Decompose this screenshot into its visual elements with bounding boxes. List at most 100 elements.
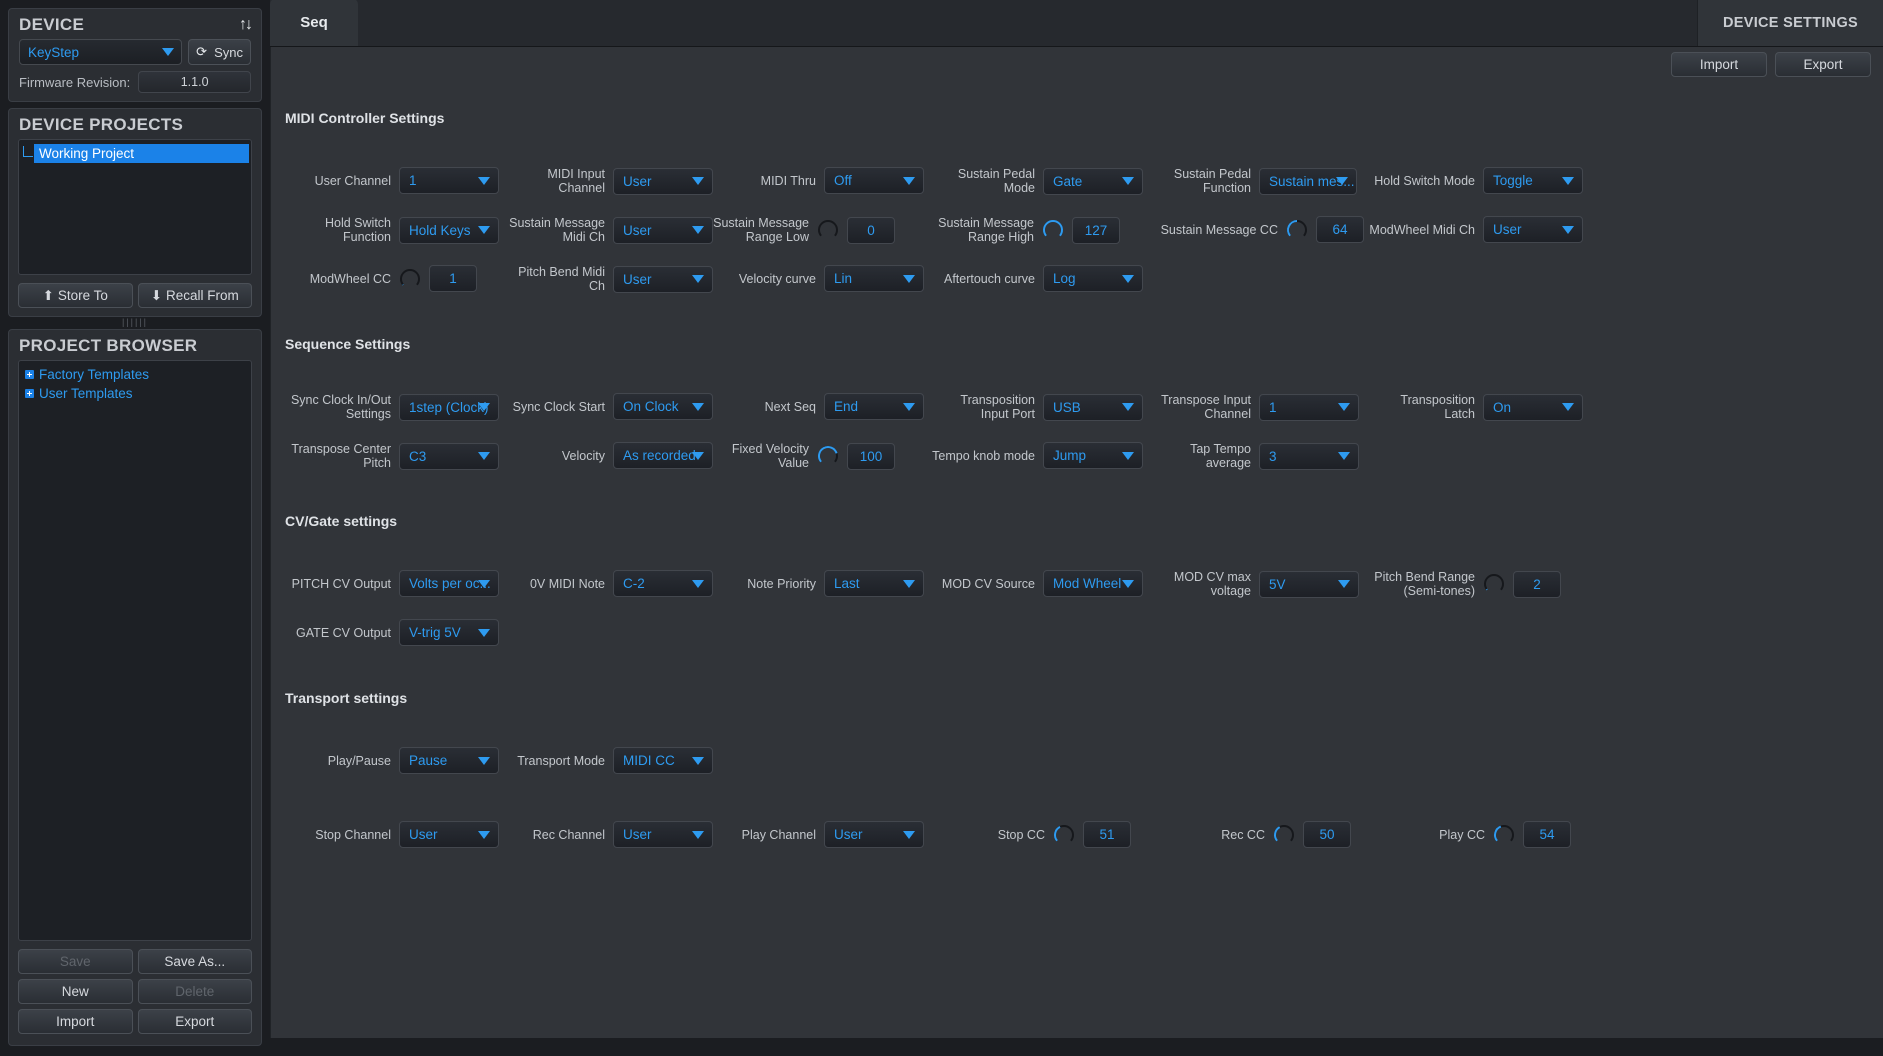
dropdown-sustain-pedal-function[interactable]: Sustain mes...	[1259, 168, 1357, 195]
value-box-modwheel-cc[interactable]: 1	[429, 265, 477, 292]
dropdown-stop-channel[interactable]: User	[399, 821, 499, 848]
dropdown-value: As recorded	[623, 448, 696, 463]
value-box-sustain-message-range-low[interactable]: 0	[847, 217, 895, 244]
sort-arrows-icon[interactable]: ↑↓	[239, 17, 251, 33]
dropdown-sustain-message-midi-ch[interactable]: User	[613, 217, 713, 244]
dropdown-play-channel[interactable]: User	[824, 821, 924, 848]
dropdown-velocity[interactable]: As recorded	[613, 442, 713, 469]
knob-stop-cc[interactable]	[1053, 824, 1075, 846]
dropdown-modwheel-midi-ch[interactable]: User	[1483, 216, 1583, 243]
field-midi-thru: MIDI Thru Off	[734, 167, 924, 194]
dropdown-pitch-bend-midi-ch[interactable]: User	[613, 266, 713, 293]
knob-play-cc[interactable]	[1493, 824, 1515, 846]
section-title-transport: Transport settings	[285, 690, 407, 706]
dropdown-sync-clock-start[interactable]: On Clock	[613, 393, 713, 420]
dropdown-gate-cv-output[interactable]: V-trig 5V	[399, 619, 499, 646]
dropdown-value: C3	[409, 449, 426, 464]
dropdown-hold-switch-mode[interactable]: Toggle	[1483, 167, 1583, 194]
field-label: Tempo knob mode	[926, 449, 1035, 463]
project-browser-title: PROJECT BROWSER	[19, 336, 197, 356]
value-box-play-cc[interactable]: 54	[1523, 821, 1571, 848]
dropdown-play-pause[interactable]: Pause	[399, 747, 499, 774]
field-label: Sync Clock Start	[499, 400, 605, 414]
chevron-down-icon	[903, 831, 915, 839]
dropdown-mod-cv-max-voltage[interactable]: 5V	[1259, 571, 1359, 598]
field-label: Sustain Message Range Low	[701, 216, 809, 244]
knob-rec-cc[interactable]	[1273, 824, 1295, 846]
dropdown-mod-cv-source[interactable]: Mod Wheel	[1043, 570, 1143, 597]
device-projects-list[interactable]: Working Project	[18, 139, 252, 275]
knob-sustain-message-cc[interactable]	[1286, 219, 1308, 241]
dropdown-sync-clock-in-out-settings[interactable]: 1step (Clock)	[399, 394, 499, 421]
tab-seq[interactable]: Seq	[270, 0, 358, 46]
export-button[interactable]: Export	[138, 1009, 253, 1034]
dropdown-hold-switch-function[interactable]: Hold Keys	[399, 217, 499, 244]
content-export-button[interactable]: Export	[1775, 52, 1871, 77]
dropdown-note-priority[interactable]: Last	[824, 570, 924, 597]
settings-content: Import Export MIDI Controller SettingsUs…	[270, 47, 1883, 1038]
panel-resize-handle[interactable]: ||||||	[8, 317, 262, 329]
device-dropdown[interactable]: KeyStep	[19, 39, 182, 65]
value-box-pitch-bend-range-semi-tones[interactable]: 2	[1513, 571, 1561, 598]
status-bar	[270, 1038, 1883, 1056]
knob-sustain-message-range-low[interactable]	[817, 219, 839, 241]
dropdown-pitch-cv-output[interactable]: Volts per oc...	[399, 570, 499, 597]
field-rec-cc: Rec CC 50	[1181, 821, 1351, 848]
dropdown-tap-tempo-average[interactable]: 3	[1259, 443, 1359, 470]
dropdown-0v-midi-note[interactable]: C-2	[613, 570, 713, 597]
content-import-button[interactable]: Import	[1671, 52, 1767, 77]
field-label: Play/Pause	[287, 754, 391, 768]
tree-item-label: Factory Templates	[39, 367, 149, 382]
chevron-down-icon	[692, 275, 704, 283]
field-label: GATE CV Output	[287, 626, 391, 640]
dropdown-aftertouch-curve[interactable]: Log	[1043, 265, 1143, 292]
knob-pitch-bend-range-semi-tones[interactable]	[1483, 573, 1505, 595]
import-button[interactable]: Import	[18, 1009, 133, 1034]
dropdown-midi-input-channel[interactable]: User	[613, 168, 713, 195]
dropdown-transpose-center-pitch[interactable]: C3	[399, 443, 499, 470]
dropdown-transposition-latch[interactable]: On	[1483, 394, 1583, 421]
dropdown-tempo-knob-mode[interactable]: Jump	[1043, 442, 1143, 469]
project-browser-tree[interactable]: Factory Templates User Templates	[18, 360, 252, 941]
delete-button[interactable]: Delete	[138, 979, 253, 1004]
dropdown-velocity-curve[interactable]: Lin	[824, 265, 924, 292]
tree-item-user-templates[interactable]: User Templates	[25, 384, 251, 403]
value-box-stop-cc[interactable]: 51	[1083, 821, 1131, 848]
list-item[interactable]: Working Project	[19, 143, 251, 163]
firmware-label: Firmware Revision:	[19, 75, 130, 90]
value-box-rec-cc[interactable]: 50	[1303, 821, 1351, 848]
dropdown-sustain-pedal-mode[interactable]: Gate	[1043, 168, 1143, 195]
field-label: PITCH CV Output	[287, 577, 391, 591]
field-label: Rec CC	[1181, 828, 1265, 842]
dropdown-transpose-input-channel[interactable]: 1	[1259, 394, 1359, 421]
store-to-button[interactable]: ⬆ Store To	[18, 283, 133, 308]
value-box-sustain-message-range-high[interactable]: 127	[1072, 217, 1120, 244]
knob-sustain-message-range-high[interactable]	[1042, 219, 1064, 241]
sync-button[interactable]: ⟳ Sync	[188, 39, 251, 65]
dropdown-rec-channel[interactable]: User	[613, 821, 713, 848]
dropdown-midi-thru[interactable]: Off	[824, 167, 924, 194]
tree-item-factory-templates[interactable]: Factory Templates	[25, 365, 251, 384]
value-box-fixed-velocity-value[interactable]: 100	[847, 443, 895, 470]
dropdown-transposition-input-port[interactable]: USB	[1043, 394, 1143, 421]
dropdown-value: 5V	[1269, 577, 1286, 592]
knob-fixed-velocity-value[interactable]	[817, 445, 839, 467]
save-as-button[interactable]: Save As...	[138, 949, 253, 974]
dropdown-next-seq[interactable]: End	[824, 393, 924, 420]
expand-plus-icon[interactable]	[25, 389, 34, 398]
field-label: MIDI Thru	[734, 174, 816, 188]
dropdown-transport-mode[interactable]: MIDI CC	[613, 747, 713, 774]
value-box-sustain-message-cc[interactable]: 64	[1316, 216, 1364, 243]
device-projects-title: DEVICE PROJECTS	[19, 115, 183, 135]
tree-branch-icon	[23, 146, 33, 157]
knob-modwheel-cc[interactable]	[399, 268, 421, 290]
recall-from-button[interactable]: ⬇ Recall From	[138, 283, 253, 308]
expand-plus-icon[interactable]	[25, 370, 34, 379]
dropdown-value: Log	[1053, 271, 1076, 286]
field-transposition-latch: Transposition LatchOn	[1368, 393, 1583, 421]
field-label: 0V MIDI Note	[499, 577, 605, 591]
dropdown-user-channel[interactable]: 1	[399, 167, 499, 194]
new-button[interactable]: New	[18, 979, 133, 1004]
save-button[interactable]: Save	[18, 949, 133, 974]
tab-device-settings[interactable]: DEVICE SETTINGS	[1697, 0, 1883, 46]
